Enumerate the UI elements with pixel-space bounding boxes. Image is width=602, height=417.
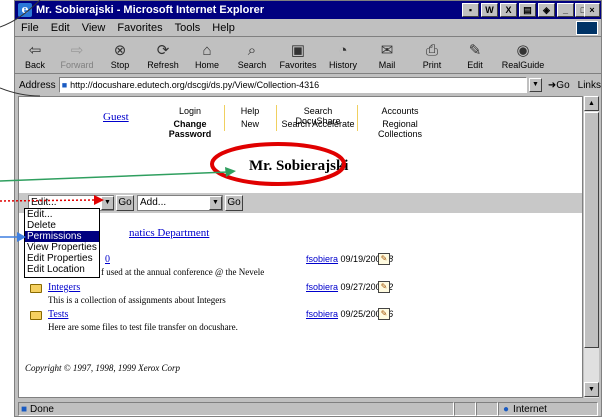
- annotation-overlay: [0, 0, 346, 242]
- green-arrow-head-icon: [225, 167, 236, 177]
- red-arrow-line: [0, 199, 95, 202]
- green-arrow-line: [0, 171, 229, 182]
- callout-line: [0, 87, 41, 97]
- red-arrow-head-icon: [94, 195, 104, 205]
- callout-line: [0, 0, 41, 28]
- blue-arrow-head-icon: [17, 232, 26, 242]
- highlight-ellipse: [210, 142, 346, 186]
